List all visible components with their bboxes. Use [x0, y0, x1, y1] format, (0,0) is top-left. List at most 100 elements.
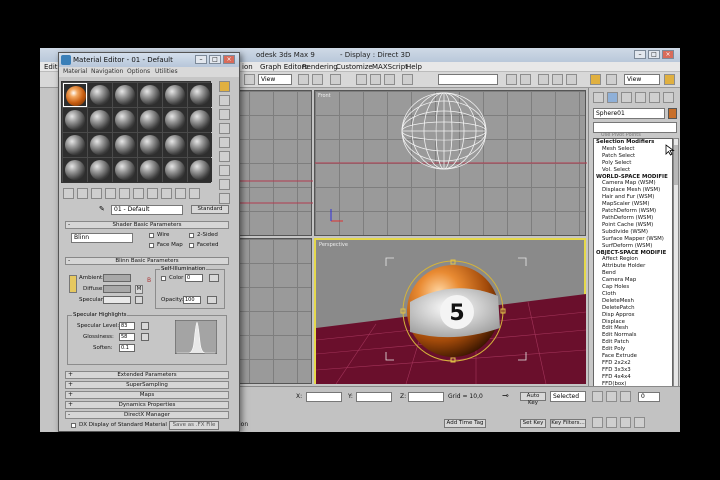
key-filters-button[interactable]: Key Filters...	[550, 419, 586, 428]
modifier-list-item[interactable]: Surface Mapper (WSM)	[594, 236, 672, 243]
dynamics-properties-rollout[interactable]: + Dynamics Properties	[65, 401, 229, 409]
modifier-list-item[interactable]: Edit Poly	[594, 346, 672, 353]
schematic-view-icon[interactable]	[566, 74, 577, 85]
y-coord-field[interactable]	[356, 392, 392, 402]
material-sample-slot[interactable]	[63, 108, 87, 132]
make-preview-icon[interactable]	[219, 151, 230, 162]
modifier-list-item[interactable]: FFD 2x2x2	[594, 360, 672, 367]
me-maximize-icon[interactable]: □	[209, 55, 221, 64]
snap-icon[interactable]	[356, 74, 367, 85]
quick-render-icon[interactable]	[664, 74, 675, 85]
material-sample-slot[interactable]	[163, 83, 187, 107]
select-by-material-icon[interactable]	[219, 179, 230, 190]
material-sample-slot[interactable]	[138, 133, 162, 157]
modifier-category-header[interactable]: Selection Modifiers	[594, 139, 672, 146]
material-sample-slot[interactable]	[163, 158, 187, 182]
material-id-channel-icon[interactable]	[161, 188, 172, 199]
modifier-list-item[interactable]: Camera Map (WSM)	[594, 180, 672, 187]
me-minimize-icon[interactable]: –	[195, 55, 207, 64]
sample-type-icon[interactable]	[219, 81, 230, 92]
minimize-icon[interactable]: –	[634, 50, 646, 59]
material-sample-slot[interactable]	[88, 83, 112, 107]
sample-uv-tiling-icon[interactable]	[219, 123, 230, 134]
diffuse-color-swatch[interactable]	[103, 285, 131, 293]
opacity-map-button[interactable]	[207, 296, 217, 304]
key-icon[interactable]: ⊸	[502, 392, 516, 402]
specular-level-value[interactable]: 83	[119, 322, 135, 330]
save-fx-button[interactable]: Save as .FX File	[169, 421, 219, 430]
render-type-combo[interactable]: View	[624, 74, 660, 85]
soften-value[interactable]: 0.1	[119, 344, 135, 352]
angle-snap-icon[interactable]	[370, 74, 381, 85]
maximize-icon[interactable]: □	[648, 50, 660, 59]
options-icon[interactable]	[219, 165, 230, 176]
dx-display-checkbox[interactable]	[71, 423, 76, 428]
menu-graph-editors[interactable]: Graph Editors	[260, 63, 308, 71]
material-map-navigator-icon[interactable]	[219, 193, 230, 204]
zoom-icon[interactable]	[592, 417, 603, 428]
face-map-checkbox[interactable]	[149, 243, 154, 248]
make-copy-icon[interactable]	[119, 188, 130, 199]
mirror-icon[interactable]	[506, 74, 517, 85]
opacity-value[interactable]: 100	[183, 296, 201, 304]
material-sample-slot[interactable]	[63, 133, 87, 157]
menu-maxscript[interactable]: MAXScript	[372, 63, 408, 71]
pivot-icon[interactable]	[298, 74, 309, 85]
material-sample-slot[interactable]	[63, 83, 87, 107]
modifier-list-item[interactable]: FFD 3x3x3	[594, 367, 672, 374]
modifier-list-item[interactable]: Edit Patch	[594, 339, 672, 346]
modifier-list-item[interactable]: DeleteMesh	[594, 298, 672, 305]
me-menu-navigation[interactable]: Navigation	[91, 68, 123, 75]
diffuse-lock-icon[interactable]: B	[147, 277, 151, 289]
material-sample-slot[interactable]	[188, 83, 212, 107]
add-time-tag-button[interactable]: Add Time Tag	[444, 419, 486, 428]
modifier-list-item[interactable]: Affect Region	[594, 256, 672, 263]
directx-manager-rollout[interactable]: - DirectX Manager	[65, 411, 229, 419]
reference-coord-combo[interactable]: View	[258, 74, 292, 85]
set-key-button[interactable]: Set Key	[520, 419, 546, 428]
menu-edit[interactable]: Edit	[44, 63, 58, 71]
modifier-category-header[interactable]: OBJECT-SPACE MODIFIE	[594, 250, 672, 257]
modifier-list-item[interactable]: PathDeform (WSM)	[594, 215, 672, 222]
material-sample-slot[interactable]	[113, 108, 137, 132]
menu-rendering[interactable]: Rendering	[302, 63, 338, 71]
ambient-color-swatch[interactable]	[103, 274, 131, 282]
modifier-list-item[interactable]: Displace Mesh (WSM)	[594, 187, 672, 194]
modifier-list-item[interactable]: Cloth	[594, 291, 672, 298]
video-color-check-icon[interactable]	[219, 137, 230, 148]
auto-key-button[interactable]: Auto Key	[520, 392, 546, 406]
modifier-list-item[interactable]: Camera Map	[594, 277, 672, 284]
specular-level-map-button[interactable]	[141, 322, 149, 330]
material-sample-slot[interactable]	[188, 108, 212, 132]
specular-map-button[interactable]	[135, 296, 143, 304]
material-sample-slot[interactable]	[113, 133, 137, 157]
current-frame-field[interactable]: 0	[638, 392, 660, 402]
material-editor-icon[interactable]	[590, 74, 601, 85]
backlight-icon[interactable]	[219, 95, 230, 106]
modifier-list-item[interactable]: Patch Select	[594, 153, 672, 160]
me-menu-options[interactable]: Options	[127, 68, 150, 75]
modifier-list-item[interactable]: MapScaler (WSM)	[594, 201, 672, 208]
show-end-result-icon[interactable]	[189, 188, 200, 199]
modifier-list-item[interactable]: Vol. Select	[594, 167, 672, 174]
motion-tab-icon[interactable]	[635, 92, 646, 103]
two-sided-checkbox[interactable]	[189, 233, 194, 238]
layer-manager-icon[interactable]	[538, 74, 549, 85]
modifier-list-item[interactable]: Attribute Holder	[594, 263, 672, 270]
pan-icon[interactable]	[620, 417, 631, 428]
named-selection-icon[interactable]	[402, 74, 413, 85]
material-sample-slot[interactable]	[63, 158, 87, 182]
blinn-basic-params-rollout[interactable]: - Blinn Basic Parameters	[65, 257, 229, 265]
menu-help[interactable]: Help	[406, 63, 422, 71]
glossiness-value[interactable]: 58	[119, 333, 135, 341]
material-editor-title-bar[interactable]: Material Editor - 01 - Default – □ ×	[59, 53, 239, 67]
modifier-list-item[interactable]: Subdivide (WSM)	[594, 229, 672, 236]
get-material-icon[interactable]	[63, 188, 74, 199]
material-sample-slot[interactable]	[138, 108, 162, 132]
select-manipulate-icon[interactable]	[312, 74, 323, 85]
hierarchy-tab-icon[interactable]	[621, 92, 632, 103]
modifier-list-item[interactable]: Bend	[594, 270, 672, 277]
faceted-checkbox[interactable]	[189, 243, 194, 248]
supersampling-rollout[interactable]: + SuperSampling	[65, 381, 229, 389]
modifier-list-item[interactable]: Edit Normals	[594, 332, 672, 339]
